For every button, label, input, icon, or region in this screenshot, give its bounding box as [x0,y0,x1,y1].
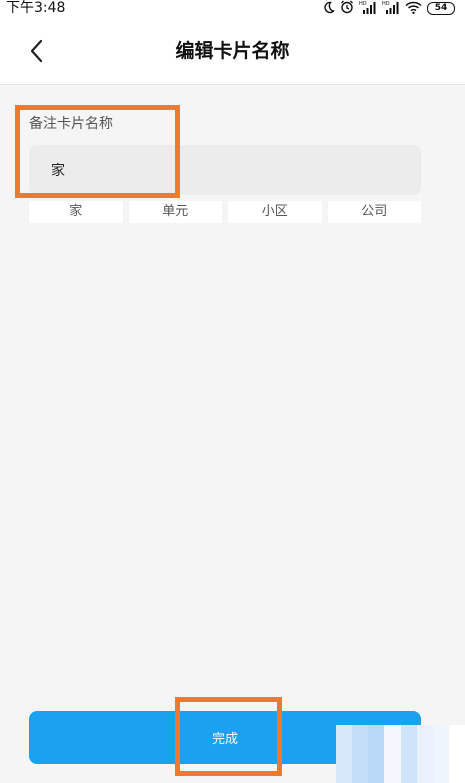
mosaic-cell [432,739,449,754]
wifi-icon [405,0,422,18]
mosaic-cell [448,754,465,769]
mosaic-cell [448,768,465,783]
svg-text:HD: HD [382,1,390,7]
suggestion-chip-home[interactable]: 家 [29,201,123,223]
suggestion-chip-community[interactable]: 小区 [228,201,322,223]
page-title: 编辑卡片名称 [175,40,290,62]
mosaic-cell [448,725,465,740]
mosaic-cell [432,725,449,740]
mosaic-cell [352,768,369,783]
status-time: 下午3:48 [6,0,66,16]
svg-text:HD: HD [359,1,367,7]
mosaic-cell [336,768,353,783]
header: 编辑卡片名称 [0,18,465,85]
alarm-icon [340,0,354,18]
battery-icon: 54 [427,1,455,15]
mosaic-cell [432,754,449,769]
status-bar: 下午3:48 HD HD 54 [0,0,465,18]
suggestion-chip-company[interactable]: 公司 [327,201,421,223]
moon-icon [322,0,335,18]
hd-signal-icon: HD [382,0,400,18]
mosaic-cell [432,768,449,783]
mosaic-cell [400,768,417,783]
mosaic-cell [448,739,465,754]
done-button[interactable]: 完成 [29,711,421,764]
card-name-input[interactable] [29,145,421,195]
mosaic-cell [368,768,385,783]
mosaic-cell [416,768,433,783]
name-suggestions: 家 单元 小区 公司 [29,201,421,223]
hd-signal-icon: HD [359,0,377,18]
mosaic-cell [384,768,401,783]
suggestion-chip-unit[interactable]: 单元 [128,201,222,223]
status-icons: HD HD 54 [322,0,455,18]
card-name-label: 备注卡片名称 [29,116,113,132]
